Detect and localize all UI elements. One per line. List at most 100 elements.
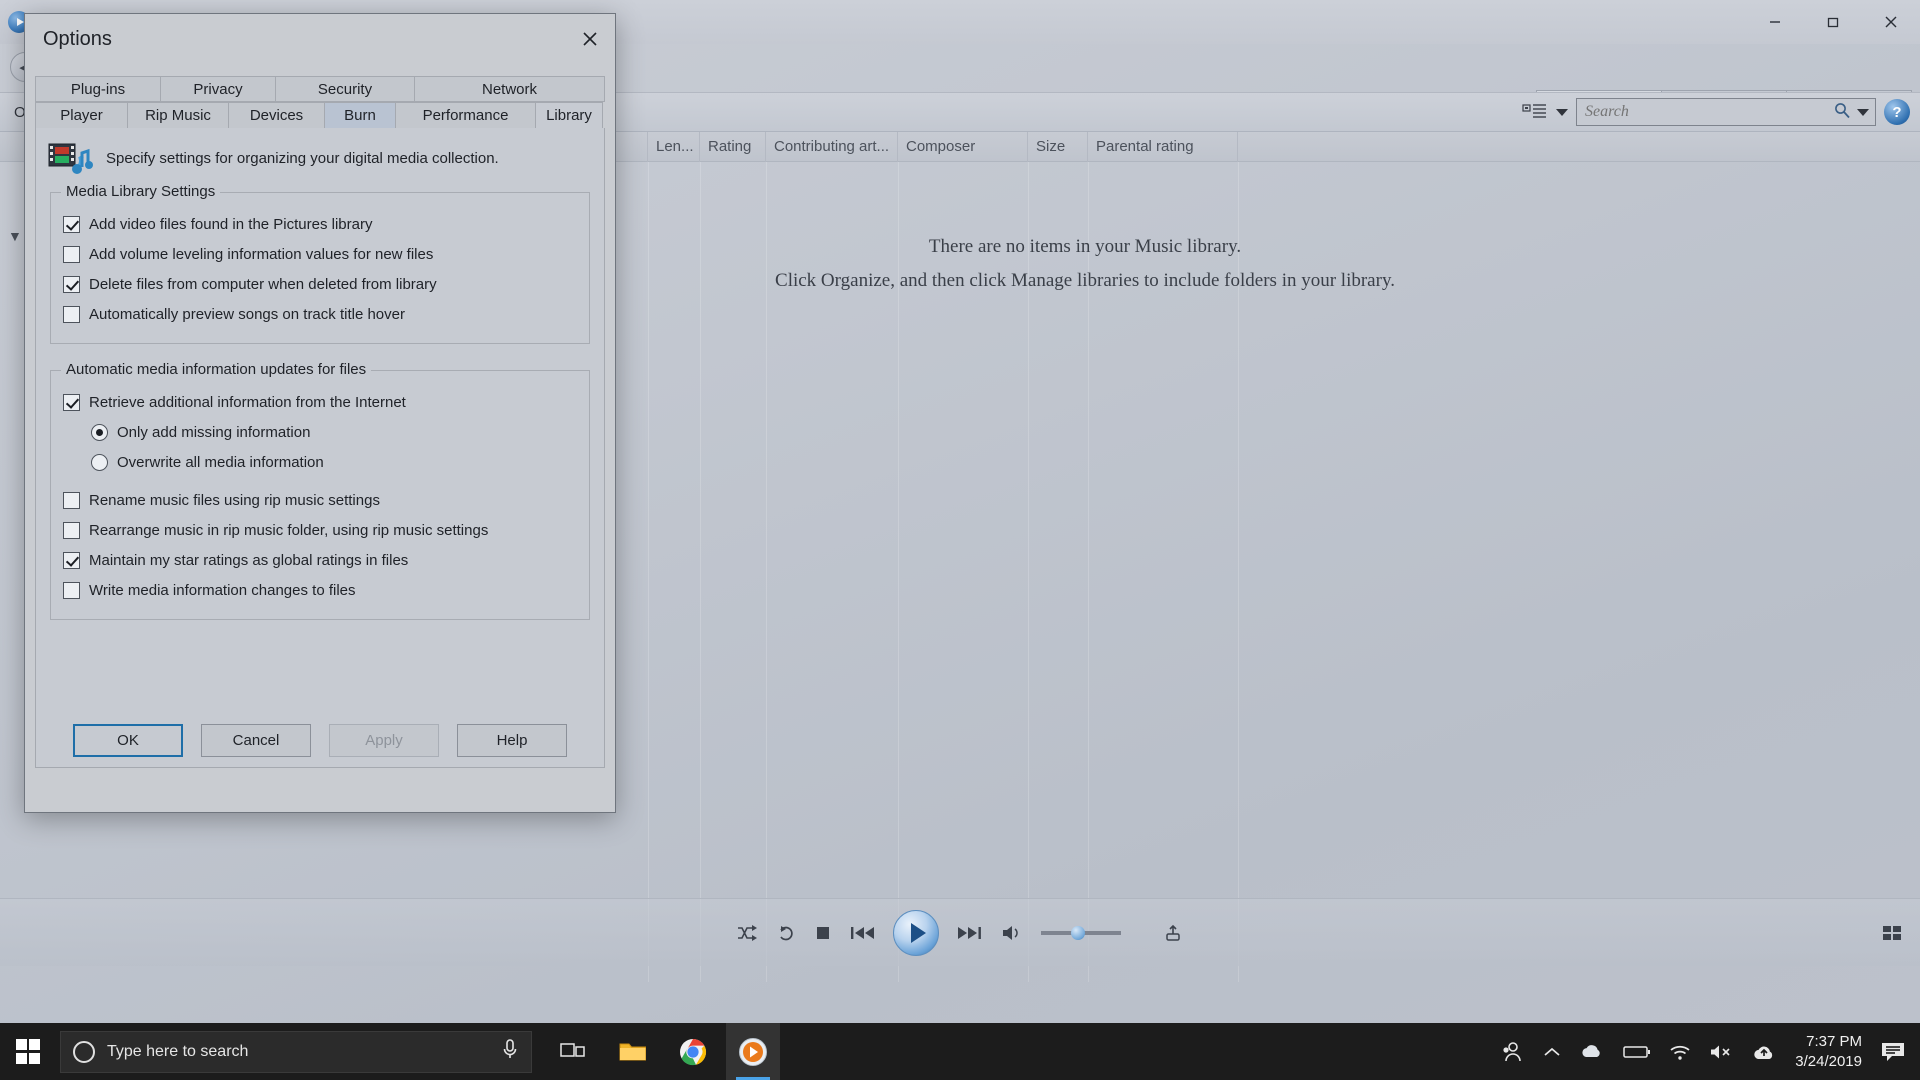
minimize-icon[interactable]	[1746, 0, 1804, 44]
ok-button[interactable]: OK	[73, 724, 183, 757]
checkbox-add-volume-leveling[interactable]	[63, 245, 80, 263]
ok-button-label: OK	[117, 732, 139, 749]
group-automatic-media-info-updates: Automatic media information updates for …	[50, 361, 590, 620]
tab-devices-label: Devices	[249, 107, 304, 124]
option-delete-files-from-computer[interactable]: Delete files from computer when deleted …	[63, 269, 577, 299]
tab-performance[interactable]: Performance	[395, 102, 536, 128]
volume-slider-knob[interactable]	[1071, 925, 1085, 940]
google-chrome-icon[interactable]	[666, 1023, 720, 1080]
volume-slider[interactable]	[1041, 925, 1121, 940]
option-auto-preview-songs-label: Automatically preview songs on track tit…	[89, 305, 405, 323]
onedrive-icon[interactable]	[1579, 1043, 1605, 1061]
show-hidden-icons-icon[interactable]	[1543, 1045, 1561, 1059]
stop-icon[interactable]	[815, 925, 831, 941]
column-parental-rating[interactable]: Parental rating	[1088, 131, 1238, 162]
checkbox-auto-preview-songs[interactable]	[63, 305, 80, 323]
tab-devices[interactable]: Devices	[228, 102, 325, 128]
close-icon[interactable]	[1862, 0, 1920, 44]
option-add-video-files[interactable]: Add video files found in the Pictures li…	[63, 209, 577, 239]
task-view-icon[interactable]	[546, 1023, 600, 1080]
group-media-library-settings-title: Media Library Settings	[61, 183, 221, 200]
library-empty-line1: There are no items in your Music library…	[928, 236, 1242, 257]
option-add-volume-leveling[interactable]: Add volume leveling information values f…	[63, 239, 577, 269]
search-box[interactable]	[1576, 98, 1876, 126]
battery-icon[interactable]	[1623, 1044, 1651, 1060]
volume-icon[interactable]	[1001, 924, 1023, 942]
previous-track-icon[interactable]	[849, 925, 875, 941]
option-rearrange-music[interactable]: Rearrange music in rip music folder, usi…	[63, 515, 577, 545]
option-rename-music-files[interactable]: Rename music files using rip music setti…	[63, 485, 577, 515]
checkbox-delete-files-from-computer[interactable]	[63, 275, 80, 293]
checkbox-retrieve-additional-info[interactable]	[63, 393, 80, 411]
apply-button-label: Apply	[365, 732, 403, 749]
tab-library-label: Library	[546, 107, 592, 124]
tab-network[interactable]: Network	[414, 76, 605, 102]
view-options-icon[interactable]	[1522, 103, 1548, 121]
option-overwrite-all-media-info[interactable]: Overwrite all media information	[63, 447, 577, 477]
view-options-chevron-down-icon[interactable]	[1556, 108, 1568, 116]
taskbar-clock[interactable]: 7:37 PM 3/24/2019	[1795, 1032, 1862, 1072]
checkbox-rename-music-files[interactable]	[63, 491, 80, 509]
shuffle-icon[interactable]	[737, 924, 759, 942]
file-explorer-icon[interactable]	[606, 1023, 660, 1080]
dialog-tabs-row-top: Plug-ins Privacy Security Network	[35, 76, 605, 102]
volume-muted-icon[interactable]	[1709, 1043, 1733, 1061]
option-maintain-star-ratings[interactable]: Maintain my star ratings as global ratin…	[63, 545, 577, 575]
next-track-icon[interactable]	[957, 925, 983, 941]
window-controls	[1746, 0, 1920, 44]
checkbox-rearrange-music[interactable]	[63, 521, 80, 539]
media-library-icon	[48, 138, 94, 178]
switch-to-library-icon[interactable]	[1882, 924, 1904, 942]
repeat-icon[interactable]	[777, 924, 797, 942]
column-composer[interactable]: Composer	[898, 131, 1028, 162]
people-icon[interactable]	[1501, 1041, 1525, 1063]
checkbox-write-media-info-changes[interactable]	[63, 581, 80, 599]
radio-overwrite-all-media-info[interactable]	[91, 453, 108, 471]
checkbox-add-video-files[interactable]	[63, 215, 80, 233]
column-rating[interactable]: Rating	[700, 131, 766, 162]
options-dialog: Options Plug-ins Privacy Security Networ…	[24, 13, 616, 813]
wifi-icon[interactable]	[1669, 1043, 1691, 1061]
tab-privacy-label: Privacy	[193, 80, 243, 98]
option-retrieve-additional-info[interactable]: Retrieve additional information from the…	[63, 387, 577, 417]
windows-start-icon[interactable]	[0, 1023, 56, 1080]
close-icon[interactable]	[565, 14, 615, 64]
column-length[interactable]: Len...	[648, 131, 700, 162]
search-icon[interactable]	[1833, 101, 1851, 124]
help-icon[interactable]: ?	[1884, 99, 1910, 125]
tab-burn[interactable]: Burn	[324, 102, 396, 128]
upload-cloud-icon[interactable]	[1751, 1042, 1777, 1062]
dialog-tabs-row-bottom: Player Rip Music Devices Burn Performanc…	[35, 102, 605, 128]
tab-rip-music[interactable]: Rip Music	[127, 102, 229, 128]
play-icon[interactable]	[893, 909, 939, 956]
tab-player[interactable]: Player	[35, 102, 128, 128]
restore-icon[interactable]	[1804, 0, 1862, 44]
dialog-title: Options	[43, 27, 112, 50]
radio-only-add-missing-info[interactable]	[91, 423, 108, 441]
tab-library[interactable]: Library	[535, 102, 603, 128]
tab-plug-ins-label: Plug-ins	[70, 80, 126, 98]
sidebar-expand-chevron-down-icon[interactable]: ▼	[8, 228, 22, 244]
taskbar-search-box[interactable]: Type here to search	[60, 1030, 532, 1073]
action-center-icon[interactable]	[1880, 1040, 1906, 1064]
option-write-media-info-changes[interactable]: Write media information changes to files	[63, 575, 577, 605]
tab-network-label: Network	[481, 80, 537, 98]
column-size[interactable]: Size	[1028, 131, 1088, 162]
dialog-description-row: Specify settings for organizing your dig…	[36, 128, 604, 182]
tab-security-label: Security	[317, 80, 373, 98]
help-button[interactable]: Help	[457, 724, 567, 757]
option-maintain-star-ratings-label: Maintain my star ratings as global ratin…	[89, 551, 409, 569]
tab-security[interactable]: Security	[275, 76, 415, 102]
search-chevron-down-icon[interactable]	[1857, 108, 1869, 116]
option-only-add-missing-info[interactable]: Only add missing information	[63, 417, 577, 447]
checkbox-maintain-star-ratings[interactable]	[63, 551, 80, 569]
search-input[interactable]	[1583, 102, 1827, 122]
cast-to-device-icon[interactable]	[1163, 924, 1183, 942]
tab-plug-ins[interactable]: Plug-ins	[35, 76, 161, 102]
option-auto-preview-songs[interactable]: Automatically preview songs on track tit…	[63, 299, 577, 329]
windows-media-player-icon[interactable]	[726, 1023, 780, 1080]
tab-privacy[interactable]: Privacy	[160, 76, 276, 102]
cancel-button[interactable]: Cancel	[201, 724, 311, 757]
column-contributing-artist[interactable]: Contributing art...	[766, 131, 898, 162]
microphone-icon[interactable]	[501, 1038, 519, 1065]
